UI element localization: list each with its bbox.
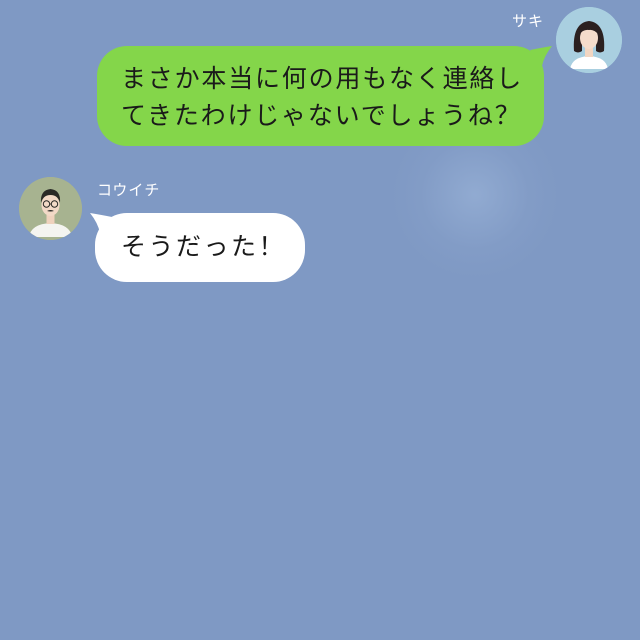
message-line: まさか本当に何の用もなく連絡し bbox=[121, 64, 524, 93]
man-avatar-icon[interactable] bbox=[19, 177, 82, 240]
chat-area: サキ まさか本当に何の用もなく連絡し てきたわけじゃないでしょうね？ コウイチ … bbox=[0, 0, 640, 640]
message-line: てきたわけじゃないでしょうね？ bbox=[121, 101, 522, 130]
message-bubble-saki[interactable]: まさか本当に何の用もなく連絡し てきたわけじゃないでしょうね？ bbox=[97, 46, 544, 146]
sender-name-kouichi: コウイチ bbox=[97, 181, 161, 199]
sender-name-saki: サキ bbox=[511, 12, 544, 30]
message-bubble-kouichi[interactable]: そうだった！ bbox=[95, 213, 305, 282]
message-line: そうだった！ bbox=[121, 232, 287, 261]
woman-avatar-icon[interactable] bbox=[556, 7, 622, 73]
bubble-tail-green bbox=[530, 46, 552, 66]
